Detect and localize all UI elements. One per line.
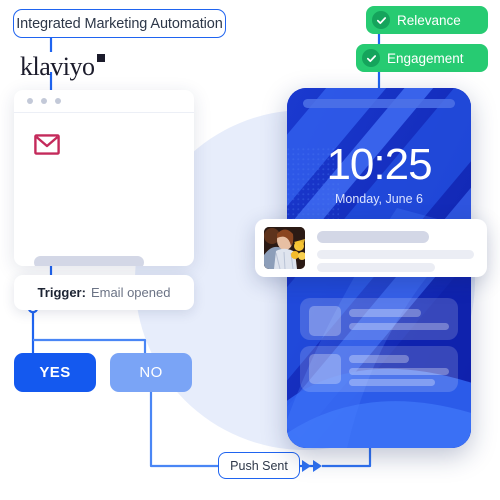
yes-branch-button[interactable]: YES xyxy=(14,353,96,392)
yes-label: YES xyxy=(39,364,71,381)
text-placeholder-bar xyxy=(349,323,449,330)
browser-title-bar xyxy=(14,90,194,113)
no-branch-button[interactable]: NO xyxy=(110,353,192,392)
trademark-square-icon xyxy=(96,54,105,62)
push-sent-node[interactable]: Push Sent xyxy=(218,452,300,479)
background-notification-card xyxy=(300,298,458,340)
badge-engagement-label: Engagement xyxy=(387,50,464,66)
text-placeholder-bar xyxy=(317,250,474,259)
badge-relevance-label: Relevance xyxy=(397,12,461,28)
trigger-node[interactable]: Trigger: Email opened xyxy=(14,275,194,310)
klaviyo-logo: klaviyo xyxy=(20,52,105,82)
klaviyo-wordmark: klaviyo xyxy=(20,52,95,81)
text-placeholder-bar xyxy=(349,309,421,317)
no-label: NO xyxy=(139,364,163,381)
phone-date: Monday, June 6 xyxy=(334,192,424,206)
window-dot-icon xyxy=(55,98,61,104)
push-notification-card[interactable] xyxy=(255,219,487,277)
text-placeholder-bar xyxy=(349,379,435,386)
trigger-key: Trigger: xyxy=(37,285,86,300)
badge-engagement: Engagement xyxy=(356,44,488,72)
text-placeholder-bar xyxy=(349,368,449,375)
trigger-value: Email opened xyxy=(90,285,171,300)
envelope-icon xyxy=(34,134,60,155)
phone-status-bar xyxy=(303,99,455,108)
text-placeholder-bar xyxy=(34,256,144,266)
notification-thumbnail xyxy=(309,306,341,336)
check-circle-icon xyxy=(362,49,380,67)
illustration-canvas: Integrated Marketing Automation klaviyo … xyxy=(0,0,500,500)
background-notification-card xyxy=(300,346,458,392)
title-pill-label: Integrated Marketing Automation xyxy=(16,15,223,32)
notification-photo-thumbnail xyxy=(264,227,305,269)
push-sent-label: Push Sent xyxy=(230,458,288,473)
email-preview-card xyxy=(14,90,194,266)
title-pill: Integrated Marketing Automation xyxy=(13,9,226,38)
phone-clock: 10:25 xyxy=(326,140,432,189)
badge-relevance: Relevance xyxy=(366,6,488,34)
notification-thumbnail xyxy=(309,354,341,384)
window-dot-icon xyxy=(41,98,47,104)
text-placeholder-bar xyxy=(317,263,435,272)
text-placeholder-bar xyxy=(317,231,429,243)
text-placeholder-bar xyxy=(349,355,409,363)
check-circle-icon xyxy=(372,11,390,29)
window-dot-icon xyxy=(27,98,33,104)
